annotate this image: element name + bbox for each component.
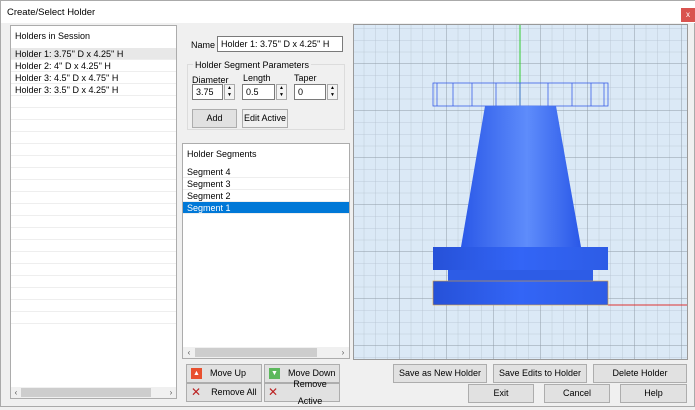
holder-flange-upper	[433, 247, 608, 270]
segment-item[interactable]: Segment 3	[183, 178, 349, 190]
segments-header: Holder Segments	[187, 149, 257, 159]
delete-holder-button[interactable]: Delete Holder	[593, 364, 687, 383]
diameter-spinner[interactable]: ▲ ▼	[224, 84, 235, 100]
exit-button[interactable]: Exit	[468, 384, 534, 403]
holder-item[interactable]: Holder 2: 4'' D x 4.25'' H	[11, 60, 176, 72]
diameter-input[interactable]: 3.75	[192, 84, 223, 100]
remove-all-label: Remove All	[211, 387, 257, 397]
name-label: Name	[191, 40, 216, 50]
cancel-button[interactable]: Cancel	[544, 384, 610, 403]
holders-hscrollbar[interactable]: ‹ ›	[11, 387, 176, 398]
save-as-new-holder-button[interactable]: Save as New Holder	[393, 364, 487, 383]
segment-params-title: Holder Segment Parameters	[193, 60, 312, 70]
taper-input[interactable]: 0	[294, 84, 326, 100]
holder-flange-lower	[432, 280, 609, 306]
holder-neck	[448, 270, 593, 281]
holder-preview-canvas[interactable]	[353, 24, 688, 360]
x-icon: ✕	[268, 385, 279, 399]
x-icon: ✕	[191, 385, 202, 399]
remove-active-button[interactable]: ✕ Remove Active	[264, 379, 340, 406]
close-button[interactable]: x	[681, 8, 695, 22]
holder-item[interactable]: Holder 3: 3.5'' D x 4.25'' H	[11, 84, 176, 96]
name-input[interactable]: Holder 1: 3.75'' D x 4.25'' H	[217, 36, 343, 52]
help-button[interactable]: Help	[620, 384, 687, 403]
holders-list[interactable]: Holders in Session Holder 1: 3.75'' D x …	[10, 25, 177, 399]
holders-header: Holders in Session	[15, 31, 91, 41]
arrow-down-icon: ▼	[269, 368, 280, 379]
length-input[interactable]: 0.5	[242, 84, 275, 100]
segment-item-selected[interactable]: Segment 1	[183, 202, 349, 214]
move-up-label: Move Up	[210, 368, 247, 378]
add-button[interactable]: Add	[192, 109, 237, 128]
segment-item[interactable]: Segment 2	[183, 190, 349, 202]
title-bar	[1, 1, 695, 23]
segment-item[interactable]: Segment 4	[183, 166, 349, 178]
segments-list[interactable]: Holder Segments Segment 4 Segment 3 Segm…	[182, 143, 350, 359]
taper-spinner[interactable]: ▲ ▼	[327, 84, 338, 100]
taper-label: Taper	[294, 73, 317, 83]
remove-active-label: Remove Active	[293, 378, 327, 406]
segments-hscrollbar[interactable]: ‹ ›	[183, 347, 349, 358]
edit-active-button[interactable]: Edit Active	[242, 109, 288, 128]
length-label: Length	[243, 73, 271, 83]
length-spinner[interactable]: ▲ ▼	[276, 84, 287, 100]
arrow-up-icon: ▲	[191, 368, 202, 379]
holder-item[interactable]: Holder 1: 3.75'' D x 4.25'' H	[11, 48, 176, 60]
save-edits-button[interactable]: Save Edits to Holder	[493, 364, 587, 383]
holder-item[interactable]: Holder 3: 4.5'' D x 4.75'' H	[11, 72, 176, 84]
holder-preview-svg	[354, 25, 687, 359]
move-up-button[interactable]: ▲ Move Up	[186, 364, 262, 383]
remove-all-button[interactable]: ✕ Remove All	[186, 383, 262, 402]
window-title: Create/Select Holder	[7, 7, 96, 18]
